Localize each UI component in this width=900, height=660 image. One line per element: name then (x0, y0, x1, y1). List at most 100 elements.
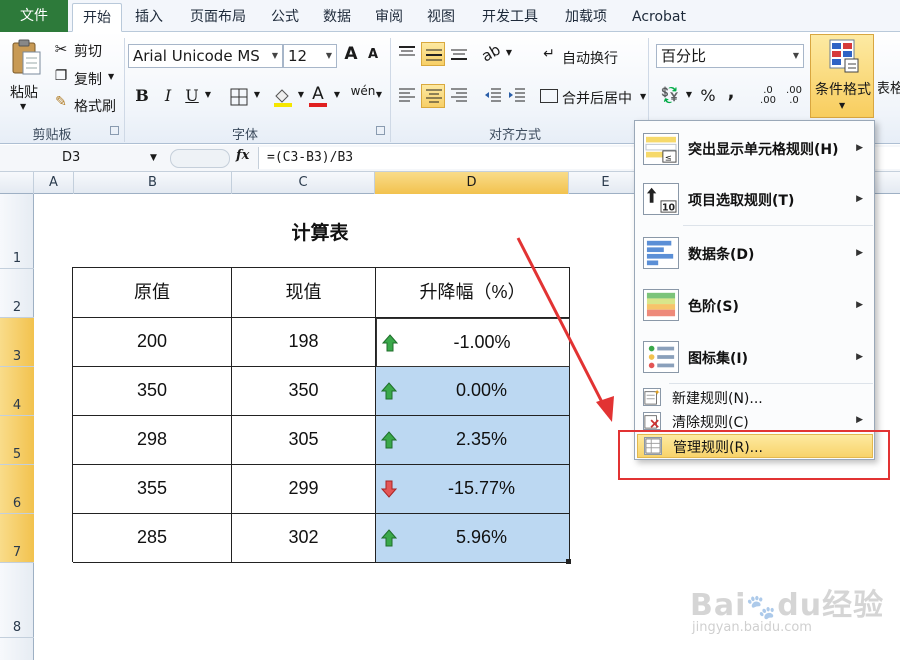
column-header-c[interactable]: C (232, 172, 375, 194)
tab-file[interactable]: 文件 (0, 0, 68, 32)
cell-d5-value: 2.35% (455, 429, 508, 449)
fill-color-button[interactable] (272, 86, 296, 108)
borders-button[interactable] (230, 88, 250, 106)
chevron-down-icon: ▼ (271, 51, 278, 60)
menu-item-highlight-cells-rules[interactable]: ≤ 突出显示单元格规则(H) ▶ (637, 125, 873, 173)
menu-item-top-bottom-rules[interactable]: 10 项目选取规则(T) ▶ (637, 175, 873, 225)
cell-b5[interactable]: 298 (73, 416, 232, 465)
tab-home[interactable]: 开始 (72, 3, 122, 32)
row-header-5[interactable]: 5 (0, 416, 34, 465)
merge-center-button[interactable]: 合并后居中 ▼ (540, 86, 650, 108)
shrink-font-button[interactable]: A (364, 47, 382, 62)
increase-decimal-icon[interactable]: .0.00 (756, 86, 780, 106)
percent-style-button[interactable]: % (698, 86, 718, 105)
cut-button[interactable]: ✂ 剪切 (52, 40, 116, 60)
svg-text:✦: ✦ (654, 388, 661, 397)
align-middle-icon (426, 49, 442, 61)
number-format-select[interactable]: 百分比 ▼ (656, 44, 804, 68)
cell-c4[interactable]: 350 (232, 367, 376, 416)
select-all-corner[interactable] (0, 172, 34, 194)
tab-addins[interactable]: 加载项 (556, 3, 616, 32)
cell-c5[interactable]: 305 (232, 416, 376, 465)
row-header-2[interactable]: 2 (0, 269, 34, 318)
font-name-select[interactable]: Arial Unicode MS ▼ (128, 44, 283, 68)
menu-item-data-bars[interactable]: 数据条(D) ▶ (637, 229, 873, 279)
chevron-down-icon: ▼ (20, 102, 27, 111)
column-header-d[interactable]: D (375, 172, 569, 194)
cell-b4[interactable]: 350 (73, 367, 232, 416)
fill-handle[interactable] (566, 559, 571, 564)
highlight-cells-icon: ≤ (643, 133, 679, 165)
row-header-7[interactable]: 7 (0, 514, 34, 563)
font-size-select[interactable]: 12 ▼ (283, 44, 337, 68)
decrease-decimal-icon[interactable]: .00.0 (782, 86, 806, 106)
cell-b7[interactable]: 285 (73, 514, 232, 563)
chevron-down-icon: ▼ (108, 72, 115, 81)
insert-function-button[interactable]: fx (236, 148, 256, 168)
tab-insert[interactable]: 插入 (126, 3, 172, 32)
increase-indent-button[interactable] (508, 88, 528, 104)
decrease-indent-button[interactable] (484, 88, 504, 104)
underline-button[interactable]: U (182, 86, 202, 105)
tab-view[interactable]: 视图 (418, 3, 464, 32)
font-launcher-icon[interactable] (376, 126, 385, 135)
header-current-value[interactable]: 现值 (232, 268, 376, 318)
row-header-3[interactable]: 3 (0, 318, 34, 367)
format-as-table-button[interactable]: 表格 (878, 34, 900, 118)
formula-bar-resize-handle[interactable] (170, 149, 230, 168)
row-header-6[interactable]: 6 (0, 465, 34, 514)
chevron-down-icon: ▼ (839, 101, 846, 110)
chevron-down-icon: ▼ (150, 153, 157, 163)
row-header-1[interactable]: 1 (0, 194, 34, 269)
format-painter-button[interactable]: ✎ 格式刷 (52, 94, 124, 116)
menu-item-label: 项目选取规则(T) (688, 193, 795, 209)
align-left-button[interactable] (398, 88, 418, 104)
align-middle-button[interactable] (421, 42, 445, 66)
tab-review[interactable]: 审阅 (366, 3, 412, 32)
align-bottom-button[interactable] (450, 46, 470, 62)
menu-item-icon-sets[interactable]: 图标集(I) ▶ (637, 333, 873, 383)
font-color-button[interactable]: A (308, 84, 330, 108)
cell-c3[interactable]: 198 (232, 318, 376, 367)
menu-separator (683, 225, 873, 226)
align-top-button[interactable] (398, 46, 418, 62)
align-center-icon (426, 89, 442, 103)
row-header-8[interactable]: 8 (0, 563, 34, 638)
cell-d7[interactable]: 5.96% (376, 514, 570, 563)
tab-page-layout[interactable]: 页面布局 (180, 3, 256, 32)
cell-d6[interactable]: -15.77% (376, 465, 570, 514)
paste-button[interactable]: 粘贴 ▼ (6, 36, 46, 120)
wrap-text-button[interactable]: ↵ 自动换行 (540, 46, 630, 68)
clipboard-launcher-icon[interactable] (110, 126, 119, 135)
cell-b6[interactable]: 355 (73, 465, 232, 514)
orientation-icon[interactable]: ab (477, 40, 505, 67)
header-original-value[interactable]: 原值 (73, 268, 232, 318)
menu-item-label: 图标集(I) (688, 351, 749, 367)
tab-acrobat[interactable]: Acrobat (624, 3, 694, 32)
row-header-4[interactable]: 4 (0, 367, 34, 416)
cell-c6[interactable]: 299 (232, 465, 376, 514)
bold-button[interactable]: B (132, 86, 152, 105)
menu-item-new-rule[interactable]: ✦ 新建规则(N)... (637, 385, 873, 409)
copy-button[interactable]: ❐ 复制 ▼ (52, 68, 120, 88)
conditional-formatting-icon (829, 39, 859, 73)
tab-developer[interactable]: 开发工具 (472, 3, 548, 32)
conditional-formatting-button[interactable]: 条件格式 ▼ (810, 34, 874, 118)
cell-b3[interactable]: 200 (73, 318, 232, 367)
tab-formulas[interactable]: 公式 (262, 3, 308, 32)
chevron-right-icon: ▶ (856, 194, 863, 204)
grow-font-button[interactable]: A (340, 44, 362, 64)
column-header-e[interactable]: E (569, 172, 643, 194)
column-header-b[interactable]: B (74, 172, 232, 194)
tab-data[interactable]: 数据 (314, 3, 360, 32)
name-box[interactable]: D3 ▼ (0, 148, 164, 168)
italic-button[interactable]: I (158, 86, 178, 105)
comma-style-button[interactable]: , (724, 82, 738, 103)
phonetic-guide-button[interactable]: wén (350, 84, 376, 98)
currency-icon[interactable]: 💱 (658, 86, 682, 104)
column-header-a[interactable]: A (34, 172, 74, 194)
align-right-button[interactable] (450, 88, 470, 104)
align-center-button[interactable] (421, 84, 445, 108)
cell-c7[interactable]: 302 (232, 514, 376, 563)
menu-item-color-scales[interactable]: 色阶(S) ▶ (637, 281, 873, 331)
